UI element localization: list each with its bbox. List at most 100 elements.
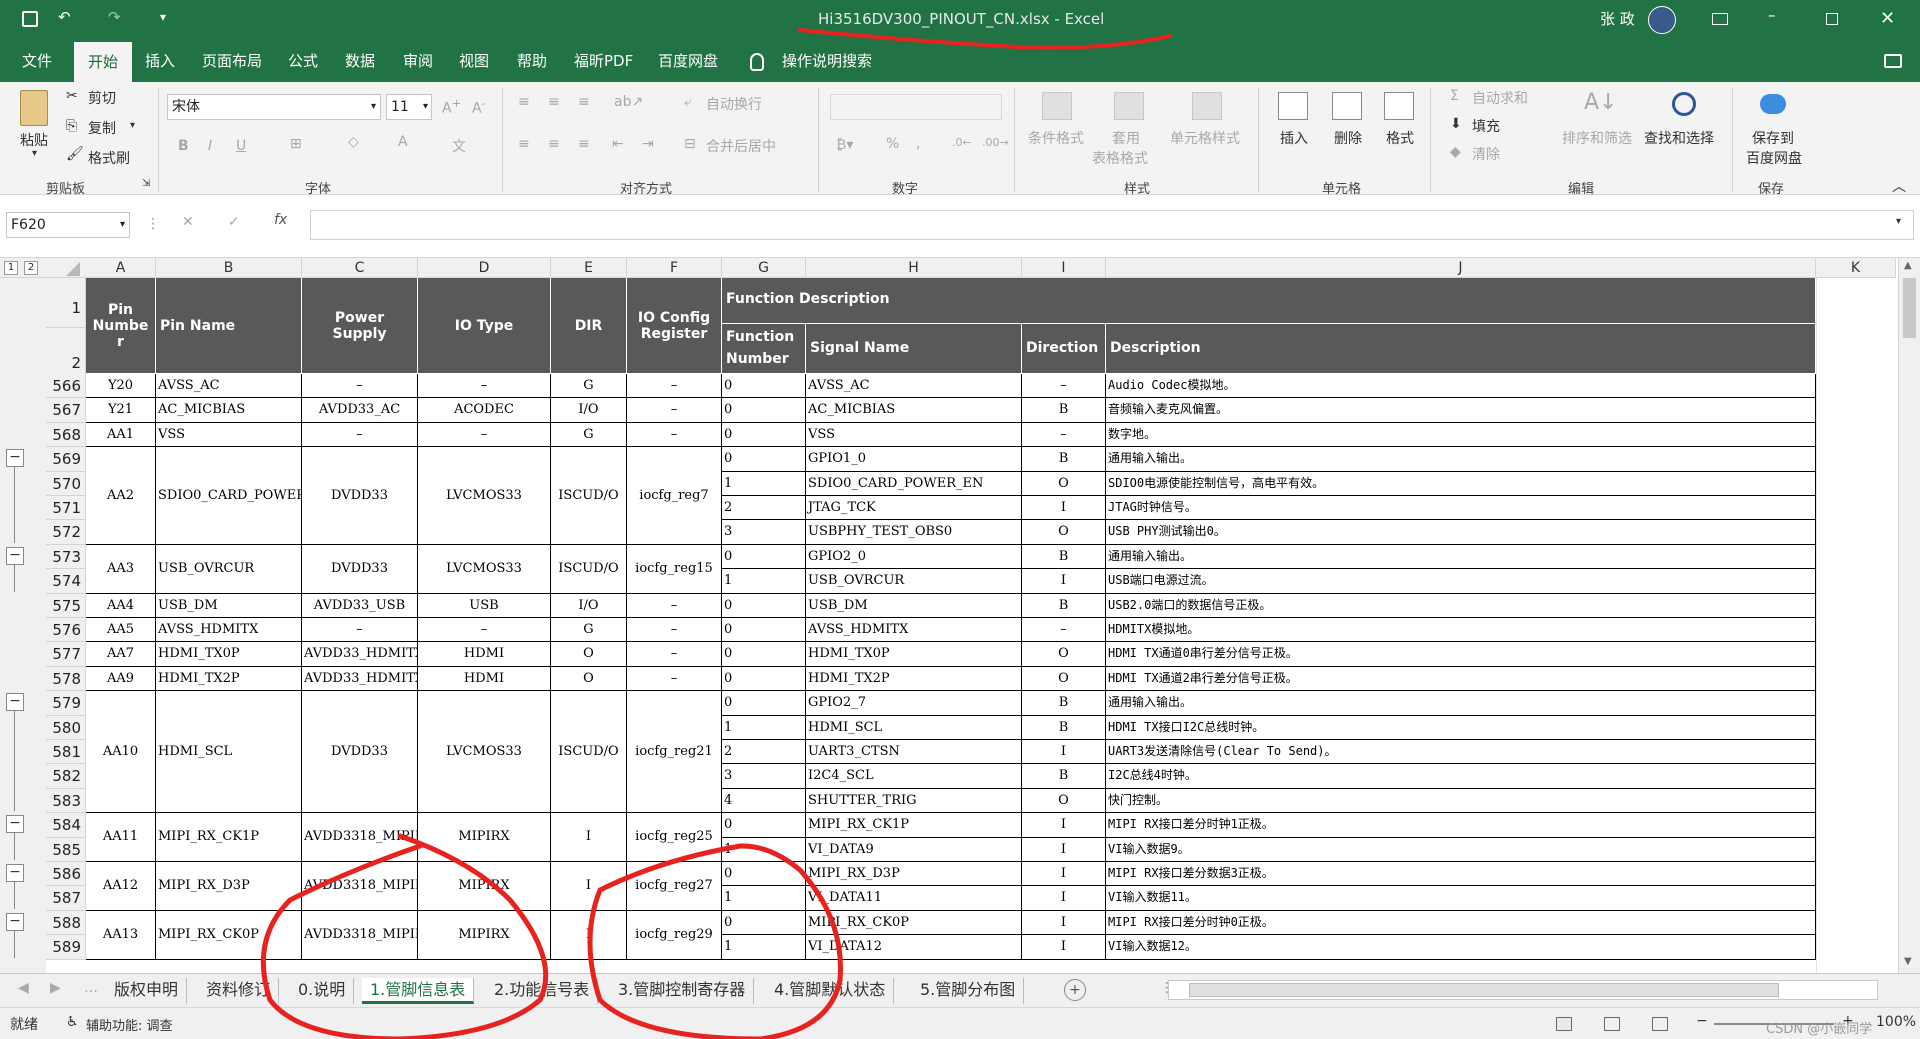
- pin-number-cell[interactable]: AA11: [86, 813, 156, 862]
- wrap-text-icon[interactable]: ⤶: [684, 94, 692, 110]
- tab-formulas[interactable]: 公式: [288, 50, 318, 71]
- pin-number-cell[interactable]: AA12: [86, 862, 156, 911]
- column-header-f[interactable]: F: [627, 258, 722, 278]
- function-number-cell[interactable]: 0: [722, 544, 806, 570]
- row-header[interactable]: 588: [46, 910, 86, 936]
- signal-name-cell[interactable]: GPIO1_0: [806, 447, 1022, 472]
- function-number-cell[interactable]: 4: [722, 788, 806, 814]
- row-header[interactable]: 579: [46, 691, 86, 716]
- pin-name-cell[interactable]: HDMI_TX0P: [156, 642, 302, 667]
- clipboard-launcher-icon[interactable]: ⇲: [142, 178, 150, 189]
- copy-dropdown-icon[interactable]: ▾: [130, 120, 135, 131]
- comments-icon[interactable]: [1884, 54, 1902, 68]
- sheet-tab-copyright[interactable]: 版权申明: [106, 978, 188, 1004]
- column-header-k[interactable]: K: [1816, 258, 1896, 278]
- sheet-tab-revisions[interactable]: 资料修订: [198, 978, 280, 1004]
- column-header-j[interactable]: J: [1106, 258, 1816, 278]
- scroll-tabs-right-icon[interactable]: ▶: [50, 980, 61, 996]
- column-header-e[interactable]: E: [551, 258, 627, 278]
- function-number-cell[interactable]: 0: [722, 374, 806, 399]
- io-type-cell[interactable]: ACODEC: [418, 398, 551, 423]
- dir-cell[interactable]: G: [551, 374, 627, 399]
- save-icon[interactable]: [22, 11, 38, 27]
- io-config-cell[interactable]: –: [627, 642, 722, 667]
- description-cell[interactable]: 通用输入输出。: [1106, 544, 1816, 570]
- page-break-view-icon[interactable]: [1652, 1017, 1668, 1031]
- row-header[interactable]: 582: [46, 764, 86, 789]
- signal-name-cell[interactable]: JTAG_TCK: [806, 496, 1022, 521]
- direction-cell[interactable]: I: [1022, 886, 1106, 911]
- pin-number-cell[interactable]: AA10: [86, 691, 156, 814]
- align-middle-icon[interactable]: ≡: [548, 94, 560, 110]
- column-header-i[interactable]: I: [1022, 258, 1106, 278]
- delete-cells-button[interactable]: 删除: [1334, 128, 1362, 148]
- italic-icon[interactable]: I: [208, 138, 212, 154]
- format-cells-icon[interactable]: [1384, 92, 1414, 120]
- description-cell[interactable]: SDIO0电源使能控制信号，高电平有效。: [1106, 471, 1816, 496]
- pin-number-cell[interactable]: AA7: [86, 642, 156, 667]
- signal-name-cell[interactable]: HDMI_TX0P: [806, 642, 1022, 667]
- signal-name-cell[interactable]: MIPI_RX_CK0P: [806, 910, 1022, 936]
- accessibility-icon[interactable]: ♿: [66, 1014, 79, 1030]
- row-header[interactable]: 575: [46, 593, 86, 618]
- outline-level-2-button[interactable]: 2: [24, 261, 38, 275]
- direction-cell[interactable]: O: [1022, 788, 1106, 814]
- row-header[interactable]: 571: [46, 496, 86, 521]
- signal-name-cell[interactable]: I2C4_SCL: [806, 764, 1022, 789]
- format-painter-icon[interactable]: 🖌: [66, 146, 84, 162]
- direction-cell[interactable]: B: [1022, 447, 1106, 472]
- column-header-g[interactable]: G: [722, 258, 806, 278]
- save-to-netdisk-label-1[interactable]: 保存到: [1752, 128, 1794, 148]
- merge-center-icon[interactable]: ⊟: [684, 136, 696, 152]
- baidu-netdisk-icon[interactable]: [1760, 94, 1786, 114]
- row-header[interactable]: 570: [46, 471, 86, 496]
- fill-icon[interactable]: ⬇: [1450, 116, 1462, 132]
- io-config-cell[interactable]: –: [627, 666, 722, 692]
- power-supply-cell[interactable]: AVDD3318_MIPIRX: [302, 862, 418, 911]
- align-center-icon[interactable]: ≡: [548, 136, 560, 152]
- indent-increase-icon[interactable]: ⇥: [642, 136, 654, 152]
- tab-file[interactable]: 文件: [22, 50, 52, 71]
- function-number-cell[interactable]: 0: [722, 813, 806, 838]
- function-number-cell[interactable]: 0: [722, 422, 806, 448]
- row-header[interactable]: 583: [46, 788, 86, 814]
- conditional-format-button[interactable]: 条件格式: [1028, 128, 1084, 148]
- io-config-cell[interactable]: –: [627, 593, 722, 618]
- function-number-cell[interactable]: 0: [722, 691, 806, 716]
- dir-cell[interactable]: I/O: [551, 398, 627, 423]
- decrease-font-icon[interactable]: A-: [472, 96, 486, 117]
- direction-cell[interactable]: I: [1022, 569, 1106, 594]
- description-cell[interactable]: I2C总线4时钟。: [1106, 764, 1816, 789]
- function-number-cell[interactable]: 1: [722, 935, 806, 960]
- orientation-icon[interactable]: ab↗: [614, 94, 643, 110]
- dir-cell[interactable]: I: [551, 813, 627, 862]
- tell-me-search[interactable]: 操作说明搜索: [782, 50, 872, 71]
- increase-font-icon[interactable]: A+: [442, 96, 461, 117]
- io-type-cell[interactable]: –: [418, 422, 551, 448]
- row-header[interactable]: 589: [46, 935, 86, 960]
- direction-cell[interactable]: B: [1022, 691, 1106, 716]
- power-supply-cell[interactable]: AVDD33_HDMITX: [302, 642, 418, 667]
- enter-icon[interactable]: ✓: [228, 214, 240, 230]
- percent-icon[interactable]: %: [886, 136, 899, 152]
- tab-view[interactable]: 视图: [459, 50, 489, 71]
- row-header[interactable]: 572: [46, 520, 86, 545]
- format-painter-button[interactable]: 格式刷: [88, 148, 130, 168]
- row-header[interactable]: 573: [46, 544, 86, 570]
- description-cell[interactable]: VI输入数据11。: [1106, 886, 1816, 911]
- cut-icon[interactable]: ✂: [66, 88, 78, 104]
- direction-cell[interactable]: B: [1022, 715, 1106, 740]
- scroll-down-icon[interactable]: ▼: [1904, 956, 1912, 967]
- row-header[interactable]: 580: [46, 715, 86, 740]
- power-supply-cell[interactable]: AVDD33_USB: [302, 593, 418, 618]
- function-number-cell[interactable]: 0: [722, 642, 806, 667]
- column-header-d[interactable]: D: [418, 258, 551, 278]
- description-cell[interactable]: JTAG时钟信号。: [1106, 496, 1816, 521]
- redo-icon[interactable]: ↷: [108, 8, 121, 26]
- io-config-cell[interactable]: –: [627, 618, 722, 643]
- pin-name-cell[interactable]: USB_DM: [156, 593, 302, 618]
- pin-number-cell[interactable]: AA1: [86, 422, 156, 448]
- signal-name-cell[interactable]: AVSS_AC: [806, 374, 1022, 399]
- pin-name-cell[interactable]: HDMI_SCL: [156, 691, 302, 814]
- user-name[interactable]: 张 政: [1600, 8, 1635, 29]
